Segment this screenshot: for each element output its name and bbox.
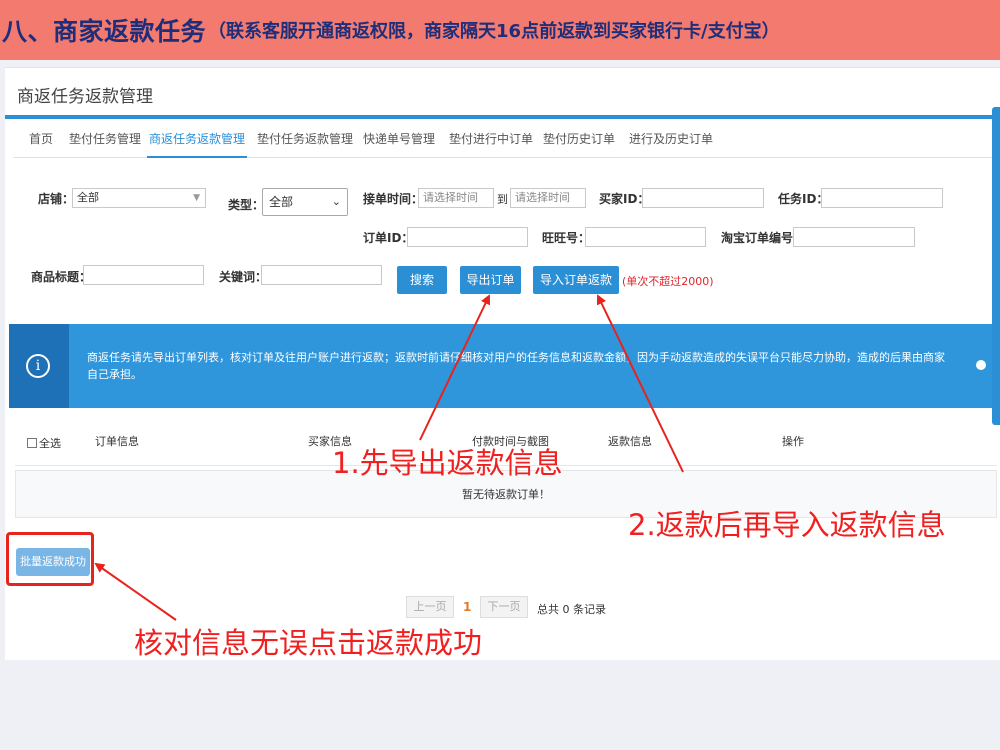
arrow-batch [94,562,177,621]
arrow-export [419,294,491,441]
arrow-import [596,294,684,473]
annotation-step1: 1.先导出返款信息 [332,446,563,480]
annotation-step3: 核对信息无误点击返款成功 [134,626,483,660]
annotation-step2: 2.返款后再导入返款信息 [628,508,946,542]
